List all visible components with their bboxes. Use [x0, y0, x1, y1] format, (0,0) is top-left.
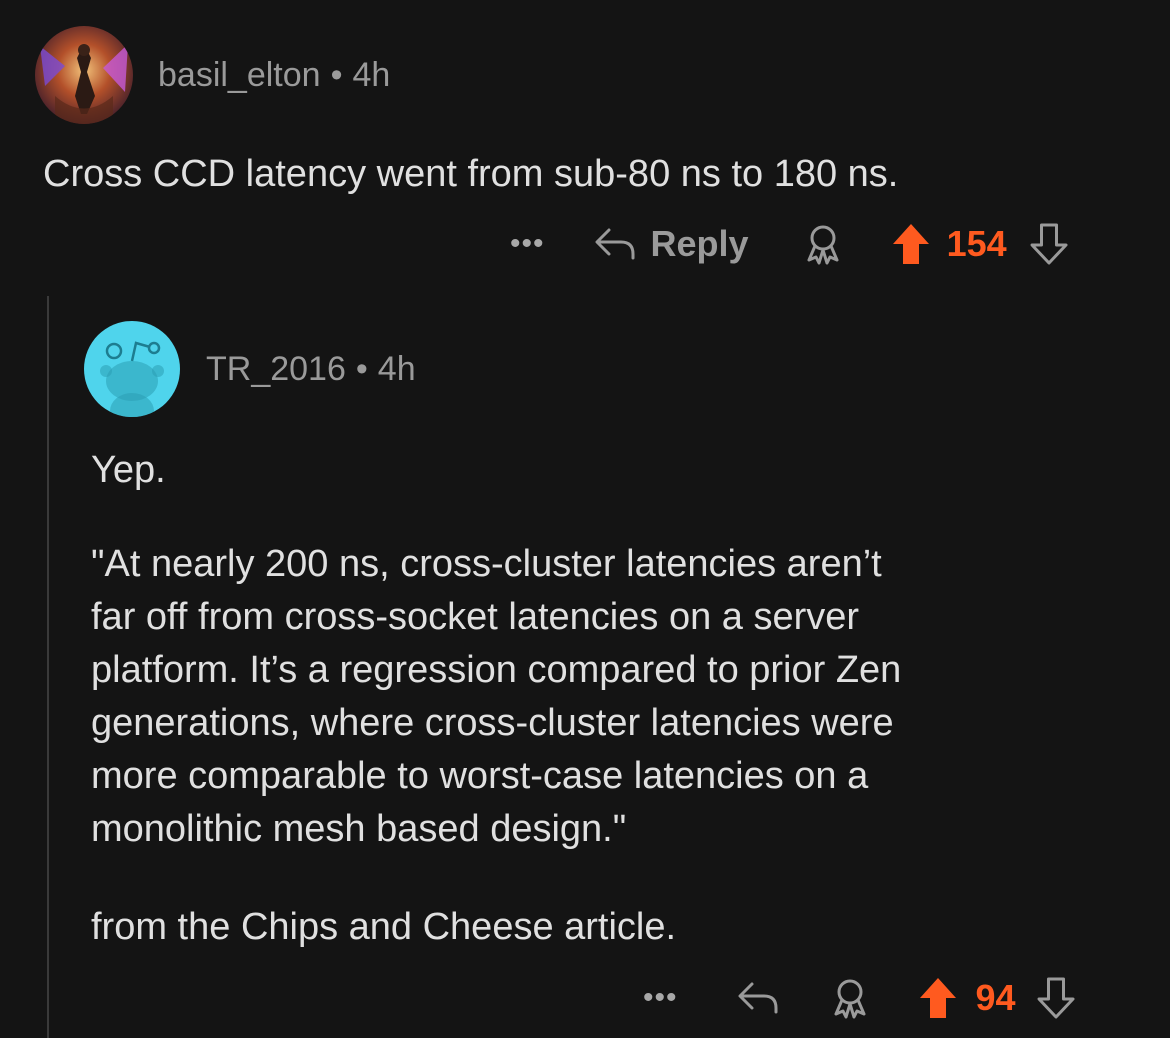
downvote-arrow-icon: [1036, 976, 1076, 1020]
comment-age: 4h: [352, 56, 391, 94]
username[interactable]: TR_2016: [206, 350, 346, 388]
snoo-avatar-icon[interactable]: [84, 321, 180, 417]
more-options-button[interactable]: •••: [510, 227, 545, 261]
reply-label: Reply: [650, 223, 749, 264]
downvote-button[interactable]: [1036, 976, 1076, 1020]
award-icon: [828, 976, 872, 1020]
award-button[interactable]: [801, 222, 845, 266]
score: 94: [975, 977, 1016, 1018]
downvote-arrow-icon: [1029, 222, 1069, 266]
reply-quote: "At nearly 200 ns, cross-cluster latenci…: [91, 538, 901, 856]
thread-line[interactable]: [47, 296, 49, 1038]
reply-button[interactable]: [736, 978, 780, 1018]
comment-meta: basil_elton • 4h: [158, 56, 390, 95]
quote-line: far off from cross-socket latencies on a…: [91, 596, 860, 638]
more-options-button[interactable]: •••: [643, 981, 678, 1015]
upvote-arrow-icon: [918, 976, 958, 1020]
quote-line: generations, where cross-cluster latenci…: [91, 702, 894, 744]
comment-body: Cross CCD latency went from sub-80 ns to…: [43, 153, 899, 195]
reply-arrow-icon: [736, 978, 780, 1018]
upvote-button[interactable]: [891, 222, 931, 266]
comment-actions: ••• Reply 154: [510, 222, 1069, 266]
comment-age: 4h: [377, 350, 416, 388]
quote-line: "At nearly 200 ns, cross-cluster latenci…: [91, 543, 882, 585]
upvote-button[interactable]: [918, 976, 958, 1020]
quote-line: platform. It’s a regression compared to …: [91, 649, 902, 691]
reply-button[interactable]: Reply: [593, 223, 749, 265]
user-avatar-icon[interactable]: [35, 26, 133, 124]
meta-separator: •: [355, 350, 368, 388]
quote-line: monolithic mesh based design.": [91, 808, 627, 850]
username[interactable]: basil_elton: [158, 56, 321, 94]
downvote-button[interactable]: [1029, 222, 1069, 266]
quote-line: more comparable to worst-case latencies …: [91, 755, 869, 797]
reply-paragraph-1: Yep.: [91, 449, 166, 491]
reply-arrow-icon: [593, 224, 637, 264]
reply-paragraph-3: from the Chips and Cheese article.: [91, 906, 677, 948]
reply-comment-meta: TR_2016 • 4h: [206, 350, 416, 389]
award-icon: [801, 222, 845, 266]
score: 154: [946, 223, 1007, 264]
award-button[interactable]: [828, 976, 872, 1020]
reply-comment-actions: ••• 94: [643, 976, 1076, 1020]
meta-separator: •: [330, 56, 343, 94]
upvote-arrow-icon: [891, 222, 931, 266]
